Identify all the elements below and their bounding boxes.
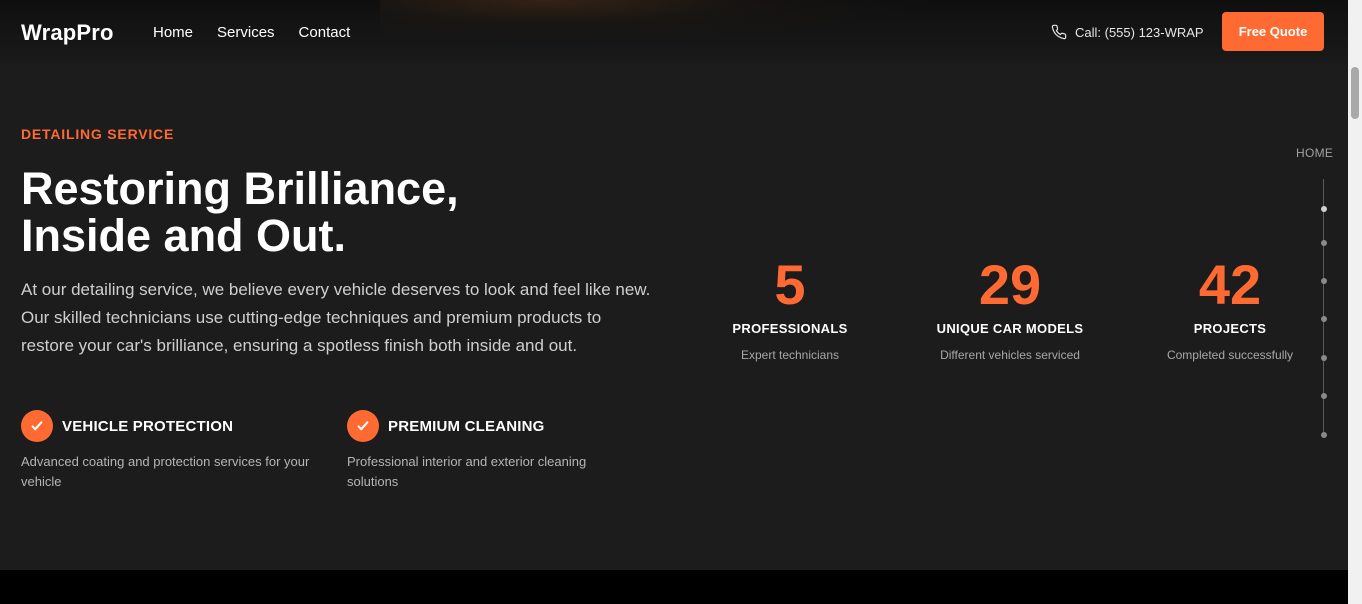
stat-label: UNIQUE CAR MODELS xyxy=(936,321,1084,336)
logo[interactable]: WrapPro xyxy=(21,20,114,46)
nav-services[interactable]: Services xyxy=(217,24,275,41)
feature-description: Professional interior and exterior clean… xyxy=(347,454,587,489)
side-nav-dot[interactable] xyxy=(1321,432,1327,438)
next-section xyxy=(0,570,1348,604)
call-label: Call: (555) 123-WRAP xyxy=(1075,24,1204,40)
side-nav-dot[interactable] xyxy=(1321,316,1327,322)
stat-professionals: 5 PROFESSIONALS Expert technicians xyxy=(680,253,900,362)
side-nav-dot[interactable] xyxy=(1321,355,1327,361)
side-nav-dot[interactable] xyxy=(1321,278,1327,284)
hero-title-line-2: Inside and Out. xyxy=(21,210,347,261)
stat-subtext: Completed successfully xyxy=(1166,348,1294,362)
stat-unique-car-models: 29 UNIQUE CAR MODELS Different vehicles … xyxy=(900,253,1120,362)
stat-label: PROFESSIONALS xyxy=(732,321,848,336)
hero-title: Restoring Brilliance, Inside and Out. xyxy=(21,165,621,259)
main-nav: Home Services Contact xyxy=(153,24,350,41)
check-icon xyxy=(347,410,379,442)
feature-title: VEHICLE PROTECTION xyxy=(62,417,234,435)
hero-title-line-1: Restoring Brilliance, xyxy=(21,163,459,214)
stat-subtext: Expert technicians xyxy=(740,348,840,362)
feature-premium-cleaning: PREMIUM CLEANING Professional interior a… xyxy=(347,410,637,492)
stat-value: 42 xyxy=(1198,253,1262,316)
feature-vehicle-protection: VEHICLE PROTECTION Advanced coating and … xyxy=(21,410,311,492)
feature-title: PREMIUM CLEANING xyxy=(388,417,545,435)
section-eyebrow: DETAILING SERVICE xyxy=(21,126,175,142)
side-nav-dot[interactable] xyxy=(1321,206,1327,212)
stat-value: 5 xyxy=(774,253,806,316)
site-header: WrapPro Home Services Contact Call: (555… xyxy=(0,0,1348,64)
stat-subtext: Different vehicles serviced xyxy=(940,348,1080,362)
nav-home[interactable]: Home xyxy=(153,24,193,41)
stat-projects: 42 PROJECTS Completed successfully xyxy=(1120,253,1340,362)
side-nav-label: HOME xyxy=(1296,146,1334,160)
scrollbar-thumb[interactable] xyxy=(1351,67,1359,119)
stat-label: PROJECTS xyxy=(1193,321,1267,336)
feature-description: Advanced coating and protection services… xyxy=(21,454,310,489)
check-icon xyxy=(21,410,53,442)
stat-value: 29 xyxy=(978,253,1042,316)
side-nav-dot[interactable] xyxy=(1321,240,1327,246)
nav-contact[interactable]: Contact xyxy=(299,24,351,41)
side-nav-dot[interactable] xyxy=(1321,393,1327,399)
hero-description: At our detailing service, we believe eve… xyxy=(21,280,651,355)
phone-icon xyxy=(1051,24,1067,40)
page: WrapPro Home Services Contact Call: (555… xyxy=(0,0,1362,604)
free-quote-button[interactable]: Free Quote xyxy=(1222,12,1324,51)
call-link[interactable]: Call: (555) 123-WRAP xyxy=(1051,24,1204,40)
